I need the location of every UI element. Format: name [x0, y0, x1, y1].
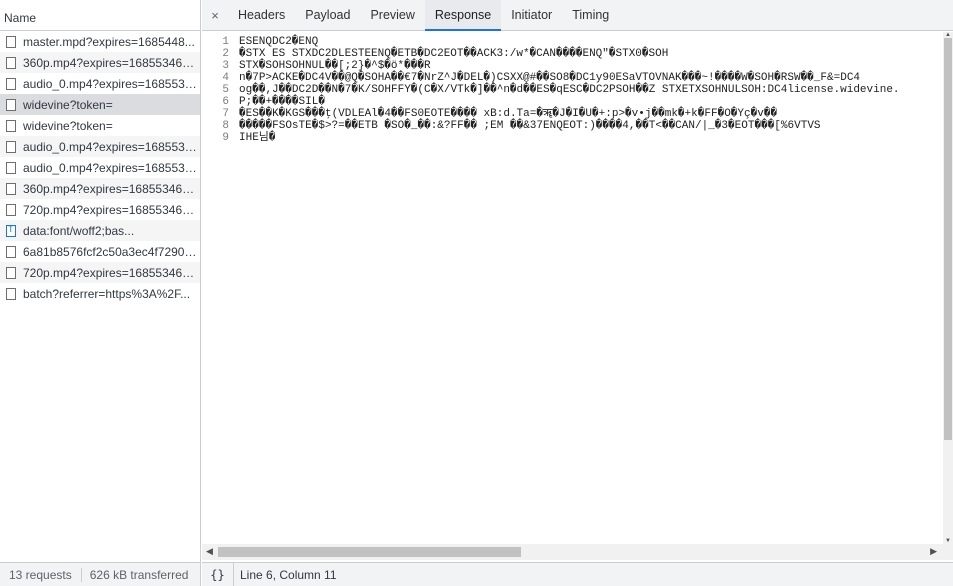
- request-row[interactable]: audio_0.mp4?expires=1685534...: [0, 157, 200, 178]
- document-icon: [6, 140, 16, 153]
- code-line: 2 �STX ES STXDC2DLESTEENQ�ETB�DC2EOT��ACK…: [202, 48, 943, 60]
- request-row[interactable]: 6a81b8576fcf2c50a3ec4f72901...: [0, 241, 200, 262]
- document-icon: [6, 245, 16, 258]
- line-text: �����FSOsTE�$>?=��ETB �SO�_��:&?FF�� ;EM…: [239, 120, 821, 132]
- line-number: 4: [222, 72, 229, 84]
- request-count: 13 requests: [0, 567, 82, 582]
- line-number: 7: [222, 108, 229, 120]
- code-line: 5 og��,J��DC2D��N�7�K/SOHFFY�(C�X/VTk�]��…: [202, 84, 943, 96]
- scroll-left-icon[interactable]: ◀: [206, 546, 213, 557]
- document-icon: [6, 182, 16, 195]
- request-name: master.mpd?expires=1685448...: [23, 34, 195, 49]
- request-row[interactable]: master.mpd?expires=1685448...: [0, 31, 200, 52]
- request-row[interactable]: 720p.mp4?expires=168553467...: [0, 199, 200, 220]
- document-icon: [6, 266, 16, 279]
- line-number: 2: [222, 48, 229, 60]
- pretty-print-icon[interactable]: {}: [202, 563, 234, 586]
- horizontal-scroll-thumb[interactable]: [218, 547, 521, 557]
- request-row[interactable]: batch?referrer=https%3A%2F...: [0, 283, 200, 304]
- line-number: 1: [222, 36, 229, 48]
- code-line: 4 n�7P>ACKE�DC4V��@Q�SOHA��€7�NrZ^J�DEL�)…: [202, 72, 943, 84]
- line-number: 5: [222, 84, 229, 96]
- cursor-position: Line 6, Column 11: [240, 567, 337, 582]
- line-number: 3: [222, 60, 229, 72]
- request-row-selected[interactable]: widevine?token=: [0, 94, 200, 115]
- line-number: 9: [222, 132, 229, 144]
- line-text: �STX ES STXDC2DLESTEENQ�ETB�DC2EOT��ACK3…: [239, 48, 669, 60]
- response-editor[interactable]: 1 ESENQDC2�ENQ 2 �STX ES STXDC2DLESTEENQ�E…: [202, 32, 943, 544]
- request-row[interactable]: 720p.mp4?expires=168553467...: [0, 262, 200, 283]
- request-row[interactable]: 360p.mp4?expires=168553467...: [0, 52, 200, 73]
- request-name: 6a81b8576fcf2c50a3ec4f72901...: [23, 244, 198, 259]
- request-name: 720p.mp4?expires=168553467...: [23, 202, 198, 217]
- code-line: 7 �ES��K�KGS���ţ(VDLEAl�4��FS0EOTE���� xB…: [202, 108, 943, 120]
- tab-preview[interactable]: Preview: [360, 0, 424, 30]
- tab-headers[interactable]: Headers: [228, 0, 295, 30]
- request-name: 360p.mp4?expires=168553467...: [23, 55, 198, 70]
- code-line: 9 IHE님�: [202, 132, 943, 144]
- line-text: n�7P>ACKE�DC4V��@Q�SOHA��€7�NrZ^J�DEL�)C…: [239, 72, 861, 84]
- request-name: 720p.mp4?expires=168553467...: [23, 265, 198, 280]
- tab-initiator[interactable]: Initiator: [501, 0, 562, 30]
- vertical-scroll-thumb[interactable]: [944, 38, 952, 440]
- details-panel: × Headers Payload Preview Response Initi…: [202, 0, 953, 586]
- document-icon: [6, 35, 16, 48]
- request-name: audio_0.mp4?expires=1685534...: [23, 76, 198, 91]
- document-icon: [6, 119, 16, 132]
- request-row[interactable]: audio_0.mp4?expires=1685534...: [0, 136, 200, 157]
- request-name: audio_0.mp4?expires=1685534...: [23, 160, 198, 175]
- request-row[interactable]: audio_0.mp4?expires=1685534...: [0, 73, 200, 94]
- request-name: batch?referrer=https%3A%2F...: [23, 286, 191, 301]
- document-icon: [6, 287, 16, 300]
- line-text: �ES��K�KGS���ţ(VDLEAl�4��FS0EOTE���� xB:…: [239, 108, 778, 120]
- tab-timing[interactable]: Timing: [562, 0, 619, 30]
- line-text: ESENQDC2�ENQ: [239, 36, 319, 48]
- request-list: master.mpd?expires=1685448... 360p.mp4?e…: [0, 31, 200, 304]
- request-name: data:font/woff2;bas...: [23, 223, 135, 238]
- scroll-right-icon[interactable]: ▶: [930, 546, 937, 557]
- network-status-bar: 13 requests 626 kB transferred: [0, 562, 200, 586]
- line-number: 8: [222, 120, 229, 132]
- details-tab-bar: × Headers Payload Preview Response Initi…: [202, 0, 953, 31]
- request-name: audio_0.mp4?expires=1685534...: [23, 139, 198, 154]
- tab-response[interactable]: Response: [424, 0, 502, 31]
- request-name: 360p.mp4?expires=168553467...: [23, 181, 198, 196]
- horizontal-scrollbar[interactable]: ◀ ▶: [202, 544, 953, 560]
- request-list-panel: Name master.mpd?expires=1685448... 360p.…: [0, 0, 201, 586]
- tab-payload[interactable]: Payload: [295, 0, 360, 30]
- request-row[interactable]: 360p.mp4?expires=168553467...: [0, 178, 200, 199]
- document-icon: [6, 161, 16, 174]
- request-row[interactable]: data:font/woff2;bas...: [0, 220, 200, 241]
- code-line: 3 STX�SOHSOHNUL��[;2}�^$�ö*���R: [202, 60, 943, 72]
- close-icon[interactable]: ×: [202, 0, 228, 30]
- code-line: 1 ESENQDC2�ENQ: [202, 36, 943, 48]
- code-line: 8 �����FSOsTE�$>?=��ETB �SO�_��:&?FF�� ;E…: [202, 120, 943, 132]
- request-row[interactable]: widevine?token=: [0, 115, 200, 136]
- line-text: STX�SOHSOHNUL��[;2}�^$�ö*���R: [239, 60, 431, 72]
- document-icon: [6, 56, 16, 69]
- code-line: 6 P;��+����SIL�: [202, 96, 943, 108]
- vertical-scrollbar[interactable]: ▲ ▼: [943, 32, 953, 544]
- request-name: widevine?token=: [23, 97, 113, 112]
- line-text: og��,J��DC2D��N�7�K/SOHFFY�(C�X/VTk�]��^…: [239, 84, 900, 96]
- line-number: 6: [222, 96, 229, 108]
- document-icon: [6, 77, 16, 90]
- request-name: widevine?token=: [23, 118, 113, 133]
- transferred-size: 626 kB transferred: [89, 567, 189, 582]
- editor-footer: {} Line 6, Column 11: [202, 562, 953, 586]
- line-text: P;��+����SIL�: [239, 96, 325, 108]
- document-icon: [6, 98, 16, 111]
- line-text: IHE님�: [239, 132, 276, 144]
- font-icon: [6, 224, 16, 237]
- document-icon: [6, 203, 16, 216]
- name-column-header[interactable]: Name: [0, 0, 200, 31]
